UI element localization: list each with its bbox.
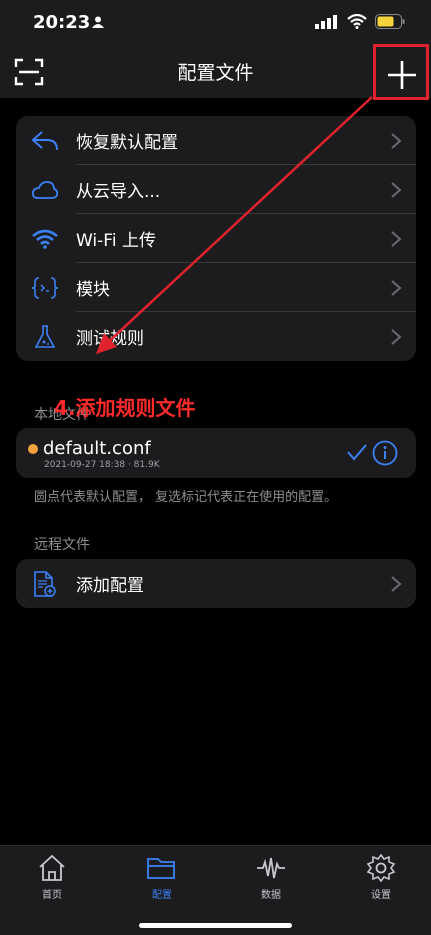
status-time: 20:23 [33, 12, 91, 33]
add-profile-label: 添加配置 [76, 576, 144, 596]
waveform-icon [257, 857, 285, 879]
tab-profiles[interactable]: 配置 [132, 854, 192, 901]
home-indicator [139, 923, 292, 928]
chevron-right-icon [391, 230, 402, 247]
menu-item-label: 从云导入... [76, 182, 161, 202]
profile-meta: 2021-09-27 18:38 · 81.9K [44, 460, 160, 470]
chevron-right-icon [391, 328, 402, 345]
page-title: 配置文件 [177, 62, 254, 84]
chevron-right-icon [391, 132, 402, 149]
menu-item-modules[interactable]: 模块 [16, 263, 416, 312]
menu-item-label: 测试规则 [76, 329, 144, 349]
wifi-status-icon [347, 14, 367, 29]
profile-item-default[interactable]: default.conf 2021-09-27 18:38 · 81.9K [16, 428, 416, 478]
person-icon [92, 16, 104, 28]
profile-hint: 圆点代表默认配置， 复选标记代表正在使用的配置。 [34, 490, 338, 505]
add-profile-row[interactable]: 添加配置 [16, 559, 416, 608]
chevron-right-icon [391, 279, 402, 296]
wifi-icon [30, 224, 60, 254]
menu-item-wifi-upload[interactable]: Wi-Fi 上传 [16, 214, 416, 263]
actions-menu: 恢复默认配置 从云导入... Wi-Fi 上传 模块 测试规则 [16, 116, 416, 361]
profile-name: default.conf [43, 438, 151, 459]
chevron-right-icon [391, 575, 402, 592]
chevron-right-icon [391, 181, 402, 198]
menu-item-label: Wi-Fi 上传 [76, 231, 156, 251]
document-add-icon [30, 569, 60, 599]
menu-item-test-rules[interactable]: 测试规则 [16, 312, 416, 361]
folder-icon [147, 858, 175, 879]
menu-item-label: 恢复默认配置 [76, 133, 178, 153]
tab-data[interactable]: 数据 [241, 854, 301, 901]
tab-label: 首页 [42, 890, 62, 901]
undo-arrow-icon [30, 126, 60, 156]
status-bar: 20:23 [0, 0, 431, 46]
remote-files-group: 添加配置 [16, 559, 416, 608]
status-icons [315, 14, 405, 29]
info-icon[interactable] [372, 440, 398, 466]
gear-icon [366, 854, 396, 882]
navigation-bar: 配置文件 [0, 46, 431, 98]
default-indicator-dot [28, 444, 38, 454]
tab-bar: 首页 配置 数据 设置 [0, 845, 431, 935]
cloud-icon [30, 175, 60, 205]
tab-label: 设置 [371, 890, 391, 901]
tab-settings[interactable]: 设置 [351, 854, 411, 901]
section-remote-files: 远程文件 [34, 537, 90, 553]
cellular-signal-icon [315, 14, 337, 29]
battery-icon [375, 14, 405, 29]
home-icon [39, 854, 65, 881]
tab-label: 配置 [152, 890, 172, 901]
menu-item-restore-default[interactable]: 恢复默认配置 [16, 116, 416, 165]
tab-label: 数据 [261, 890, 281, 901]
tab-home[interactable]: 首页 [22, 854, 82, 901]
menu-item-label: 模块 [76, 280, 110, 300]
menu-item-import-cloud[interactable]: 从云导入... [16, 165, 416, 214]
flask-icon [30, 322, 60, 352]
code-braces-icon [30, 273, 60, 303]
add-profile-button[interactable] [377, 50, 427, 100]
checkmark-icon [347, 444, 367, 461]
tutorial-annotation: 4.添加规则文件 [54, 396, 196, 420]
